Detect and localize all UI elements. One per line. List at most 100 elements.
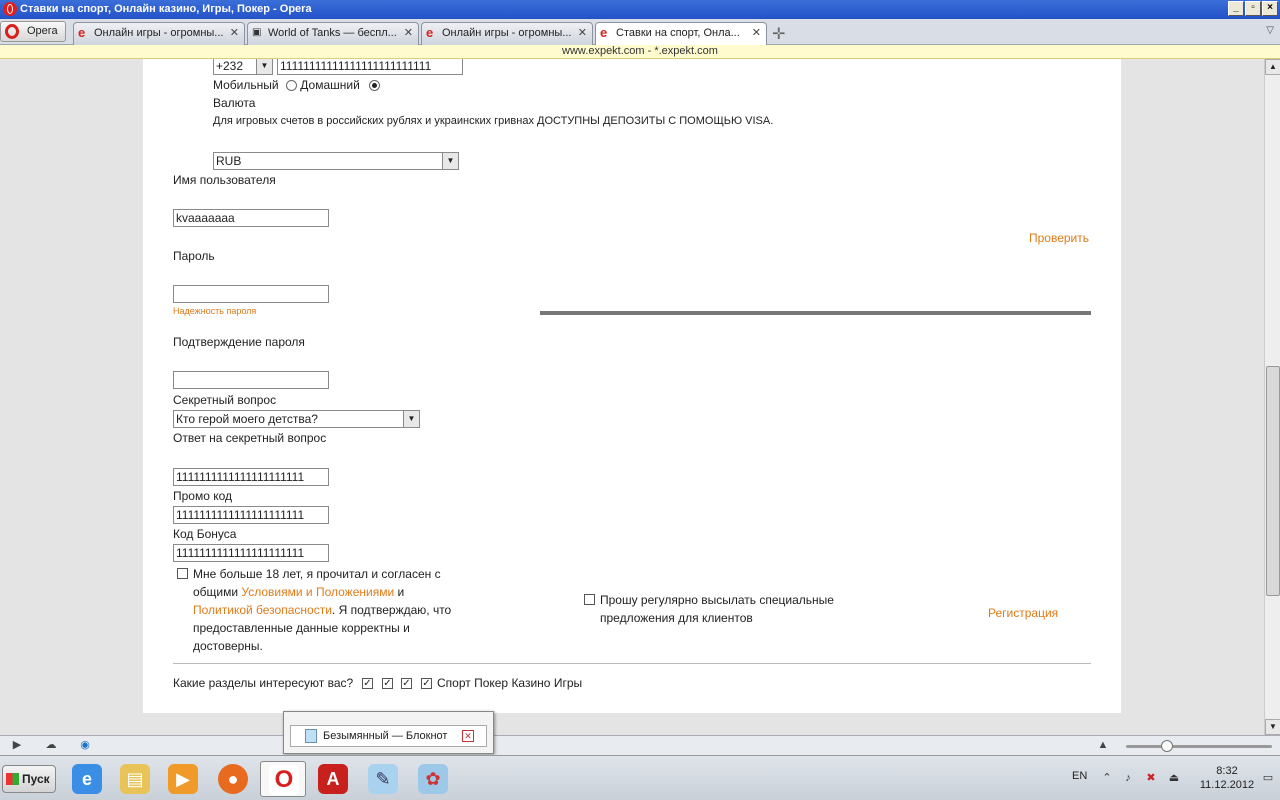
zoom-slider-track[interactable] bbox=[1126, 745, 1272, 748]
acrobat-taskbar-button[interactable]: A bbox=[310, 761, 356, 797]
agree-line-2b: и bbox=[394, 585, 405, 599]
explorer-taskbar-button[interactable]: ▤ bbox=[112, 761, 158, 797]
terms-link[interactable]: Условиями и Положениями bbox=[241, 585, 394, 599]
zoom-slider-knob[interactable] bbox=[1161, 740, 1173, 752]
username-input[interactable]: kvaaaaaaa bbox=[173, 209, 329, 227]
interest-poker-checkbox[interactable]: ✓ bbox=[382, 678, 393, 689]
phone-code-value: +232 bbox=[216, 59, 244, 73]
tab-close-icon[interactable]: ✕ bbox=[752, 23, 761, 44]
mobile-radio[interactable] bbox=[285, 80, 297, 92]
tab-bar: Opera e Онлайн игры - огромны... ✕ ▣ Wor… bbox=[0, 19, 1280, 46]
opera-menu-button[interactable]: Opera bbox=[0, 21, 66, 42]
minimize-button[interactable]: _ bbox=[1228, 1, 1244, 16]
zoom-arrow-icon[interactable]: ▲ bbox=[1096, 739, 1110, 751]
scroll-thumb[interactable] bbox=[1266, 366, 1280, 596]
notepad-window-item[interactable]: Безымянный — Блокнот ✕ bbox=[290, 725, 487, 747]
notepad-taskbar-button[interactable]: ✎ bbox=[360, 761, 406, 797]
home-radio[interactable] bbox=[369, 80, 381, 92]
notepad-title: Безымянный — Блокнот bbox=[323, 730, 448, 742]
windows-flag-icon bbox=[6, 773, 19, 785]
close-icon[interactable]: ✕ bbox=[462, 730, 474, 742]
secret-answer-input[interactable]: 1111111111111111111111 bbox=[173, 468, 329, 486]
network-error-icon[interactable]: ✖ bbox=[1145, 772, 1157, 784]
password-input[interactable] bbox=[173, 285, 329, 303]
tab-close-icon[interactable]: ✕ bbox=[578, 23, 587, 44]
interest-games-checkbox[interactable]: ✓ bbox=[421, 678, 432, 689]
show-desktop-icon[interactable]: ▭ bbox=[1262, 772, 1274, 784]
offers-checkbox[interactable] bbox=[584, 594, 595, 605]
close-button[interactable]: × bbox=[1262, 1, 1278, 16]
safely-remove-icon[interactable]: ⏏ bbox=[1168, 772, 1180, 784]
unite-cloud-icon[interactable]: ☁ bbox=[44, 739, 58, 751]
opera-icon bbox=[5, 24, 19, 39]
confirm-password-input[interactable] bbox=[173, 371, 329, 389]
paint-palette-icon: ✿ bbox=[418, 764, 448, 794]
agree-line-3: Политикой безопасности. Я подтверждаю, ч… bbox=[193, 601, 451, 619]
tab-list-chevron-icon[interactable]: ▽ bbox=[1266, 25, 1274, 36]
clock-time: 8:32 bbox=[1216, 765, 1238, 777]
scroll-up-icon[interactable]: ▲ bbox=[1265, 59, 1280, 75]
registration-form: +232 ▼ 11111111111111111111111111 Мобиль… bbox=[143, 59, 1121, 713]
tray-expand-icon[interactable]: ⌃ bbox=[1101, 772, 1113, 784]
new-tab-plus-icon[interactable]: ✛ bbox=[772, 24, 785, 44]
interests-label: Какие разделы интересуют вас? bbox=[173, 676, 354, 690]
system-clock[interactable]: 8:32 11.12.2012 bbox=[1196, 764, 1258, 792]
tab-2[interactable]: ▣ World of Tanks — беспл... ✕ bbox=[247, 22, 419, 45]
window-title: Ставки на спорт, Онлайн казино, Игры, По… bbox=[20, 3, 312, 15]
notepad-preview-popup[interactable]: Безымянный — Блокнот ✕ bbox=[283, 711, 494, 754]
currency-label: Валюта bbox=[213, 96, 256, 110]
privacy-link[interactable]: Политикой безопасности bbox=[193, 603, 332, 617]
opera-taskbar-button[interactable]: O bbox=[260, 761, 306, 797]
interest-casino-checkbox[interactable]: ✓ bbox=[401, 678, 412, 689]
vertical-scrollbar[interactable]: ▲ ▼ bbox=[1264, 59, 1280, 735]
promo-code-input[interactable]: 1111111111111111111111 bbox=[173, 506, 329, 524]
register-button[interactable]: Регистрация bbox=[988, 606, 1058, 620]
panel-toggle-icon[interactable]: ▶ bbox=[10, 739, 24, 751]
volume-icon[interactable]: ♪ bbox=[1122, 772, 1134, 784]
agree-line-3b: . Я подтверждаю, что bbox=[331, 603, 452, 617]
paint-taskbar-button[interactable]: ✿ bbox=[410, 761, 456, 797]
tab-close-icon[interactable]: ✕ bbox=[230, 23, 239, 44]
currency-select[interactable]: RUB ▼ bbox=[213, 152, 459, 170]
opera-menu-label: Opera bbox=[27, 25, 58, 37]
status-panel-bar: ▶ ☁ ◉ ▲ bbox=[0, 735, 1280, 755]
tab-close-icon[interactable]: ✕ bbox=[404, 23, 413, 44]
folder-icon: ▤ bbox=[120, 764, 150, 794]
start-button[interactable]: Пуск bbox=[2, 765, 56, 793]
secret-answer-label: Ответ на секретный вопрос bbox=[173, 431, 327, 445]
tab-4-active[interactable]: e Ставки на спорт, Онла... ✕ bbox=[595, 22, 767, 46]
interest-sport-checkbox[interactable]: ✓ bbox=[362, 678, 373, 689]
offers-line-2: предложения для клиентов bbox=[600, 611, 753, 625]
agree-terms-checkbox[interactable] bbox=[177, 568, 188, 579]
divider bbox=[173, 663, 1091, 664]
tab-1[interactable]: e Онлайн игры - огромны... ✕ bbox=[73, 22, 245, 45]
chevron-down-icon: ▼ bbox=[403, 411, 419, 427]
start-label: Пуск bbox=[22, 772, 50, 786]
media-player-taskbar-button[interactable]: ▶ bbox=[160, 761, 206, 797]
clock-date: 11.12.2012 bbox=[1199, 779, 1255, 791]
maximize-button[interactable]: ▫ bbox=[1245, 1, 1261, 16]
expekt-favicon-icon: e bbox=[600, 25, 608, 40]
bonus-code-input[interactable]: 1111111111111111111111 bbox=[173, 544, 329, 562]
windows-taskbar: Пуск e ▤ ▶ ● O A ✎ ✿ EN ⌃ ♪ ✖ ⏏ 8:32 11.… bbox=[0, 755, 1280, 800]
tab-label: Онлайн игры - огромны... bbox=[94, 27, 224, 39]
notepad-icon: ✎ bbox=[368, 764, 398, 794]
url-text: www.expekt.com - *.expekt.com bbox=[562, 45, 718, 57]
phone-number-input[interactable]: 11111111111111111111111111 bbox=[277, 59, 463, 75]
acrobat-icon: A bbox=[318, 764, 348, 794]
chevron-down-icon: ▼ bbox=[256, 59, 272, 74]
media-player-icon: ▶ bbox=[168, 764, 198, 794]
check-username-link[interactable]: Проверить bbox=[1029, 231, 1089, 245]
promo-code-label: Промо код bbox=[173, 489, 233, 503]
offers-text: Прошу регулярно высылать специальные пре… bbox=[600, 591, 834, 627]
secret-question-select[interactable]: Кто герой моего детства? ▼ bbox=[173, 410, 420, 428]
firefox-taskbar-button[interactable]: ● bbox=[210, 761, 256, 797]
tab-3[interactable]: e Онлайн игры - огромны... ✕ bbox=[421, 22, 593, 45]
phone-code-select[interactable]: +232 ▼ bbox=[213, 59, 273, 75]
ie-taskbar-button[interactable]: e bbox=[64, 761, 110, 797]
mobile-label: Мобильный bbox=[213, 78, 279, 92]
turbo-icon[interactable]: ◉ bbox=[78, 739, 92, 751]
language-indicator[interactable]: EN bbox=[1072, 770, 1087, 782]
scroll-down-icon[interactable]: ▼ bbox=[1265, 719, 1280, 735]
currency-note: Для игровых счетов в российских рублях и… bbox=[213, 115, 774, 127]
